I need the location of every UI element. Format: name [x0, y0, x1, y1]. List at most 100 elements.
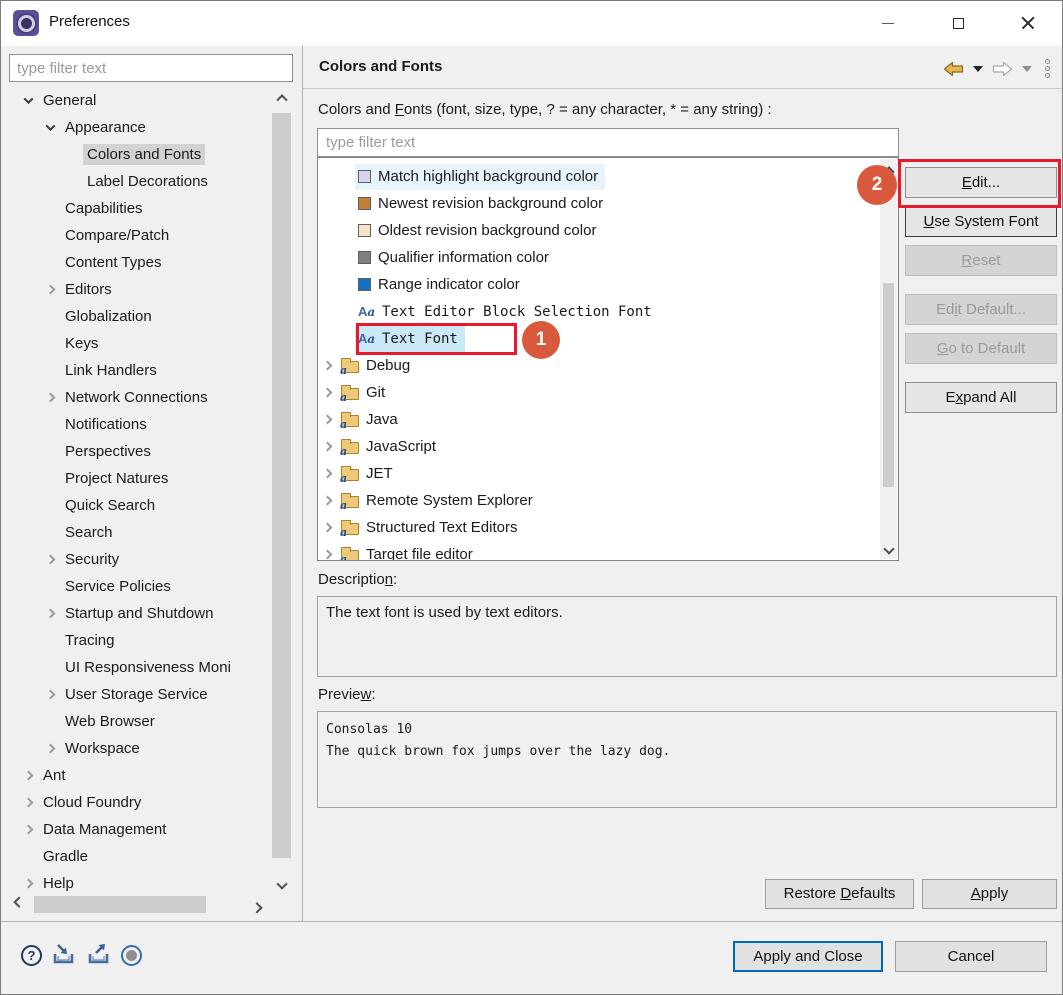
apply-button[interactable]: Apply [922, 879, 1057, 909]
forward-arrow-icon[interactable] [992, 61, 1013, 77]
list-item[interactable]: Structured Text Editors [318, 514, 898, 541]
reset-button: Reset [905, 245, 1057, 276]
expand-all-button[interactable]: Expand All [905, 382, 1057, 413]
scroll-down-icon[interactable] [269, 874, 294, 894]
restore-defaults-button[interactable]: Restore Defaults [765, 879, 914, 909]
tree-item[interactable]: Perspectives [9, 438, 269, 465]
edit-default-button: Edit Default... [905, 294, 1057, 325]
tree-item[interactable]: Startup and Shutdown [9, 600, 269, 627]
tree-item-label: Editors [61, 279, 116, 300]
maximize-button[interactable] [935, 5, 981, 41]
tree-item-label: Data Management [39, 819, 170, 840]
tree-item[interactable]: Data Management [9, 816, 269, 843]
tree-item[interactable]: Workspace [9, 735, 269, 762]
color-swatch-icon [358, 278, 371, 291]
tree-item-label: Help [39, 873, 78, 894]
tree-item[interactable]: Keys [9, 330, 269, 357]
help-icon[interactable] [21, 945, 42, 966]
use-system-font-button[interactable]: Use System Font [905, 206, 1057, 237]
tree-vertical-scrollbar[interactable] [269, 87, 294, 894]
tree-item[interactable]: Security [9, 546, 269, 573]
tree-filter-input[interactable] [9, 54, 293, 82]
back-history-menu-icon[interactable] [973, 66, 983, 72]
import-preferences-icon[interactable] [51, 943, 77, 967]
scroll-right-icon[interactable] [247, 894, 267, 915]
tree-item[interactable]: UI Responsiveness Moni [9, 654, 269, 681]
tree-item[interactable]: Label Decorations [9, 168, 269, 195]
tree-item[interactable]: Tracing [9, 627, 269, 654]
color-swatch-icon [358, 197, 371, 210]
list-item[interactable]: Debug [318, 352, 898, 379]
tree-item[interactable]: Notifications [9, 411, 269, 438]
tree-scrollbar-thumb[interactable] [272, 113, 291, 858]
eclipse-app-icon [13, 10, 39, 36]
tree-item[interactable]: Globalization [9, 303, 269, 330]
tree-item[interactable]: Project Natures [9, 465, 269, 492]
list-item[interactable]: Match highlight background color [318, 163, 898, 190]
list-item[interactable]: Oldest revision background color [318, 217, 898, 244]
header-toolbar [943, 59, 1050, 78]
scroll-left-icon[interactable] [9, 894, 29, 915]
tree-hscrollbar-thumb[interactable] [34, 896, 206, 913]
tree-item[interactable]: Quick Search [9, 492, 269, 519]
tree-item[interactable]: Web Browser [9, 708, 269, 735]
close-button[interactable] [1005, 5, 1051, 41]
list-item[interactable]: Range indicator color [318, 271, 898, 298]
list-item[interactable]: Target file editor [318, 541, 898, 561]
tree-item-label: Colors and Fonts [83, 144, 205, 165]
tree-item[interactable]: Network Connections [9, 384, 269, 411]
list-item-label: Range indicator color [378, 276, 520, 293]
tree-item[interactable]: General [9, 87, 269, 114]
export-preferences-icon[interactable] [86, 943, 112, 967]
color-swatch-icon [358, 224, 371, 237]
list-item[interactable]: JavaScript [318, 433, 898, 460]
preview-sample-text: The quick brown fox jumps over the lazy … [326, 741, 1048, 763]
tree-item-label: Project Natures [61, 468, 172, 489]
tree-item-label: Ant [39, 765, 70, 786]
list-item[interactable]: Remote System Explorer [318, 487, 898, 514]
tree-item[interactable]: Content Types [9, 249, 269, 276]
tree-item[interactable]: User Storage Service [9, 681, 269, 708]
go-to-default-button: Go to Default [905, 333, 1057, 364]
cancel-button[interactable]: Cancel [895, 941, 1047, 972]
list-item[interactable]: JET [318, 460, 898, 487]
list-item[interactable]: Aa Text Editor Block Selection Font [318, 298, 898, 325]
list-scroll-down-icon[interactable] [880, 539, 897, 559]
colors-fonts-filter-input[interactable] [317, 128, 899, 157]
list-item[interactable]: Newest revision background color [318, 190, 898, 217]
list-item[interactable]: Qualifier information color [318, 244, 898, 271]
list-item[interactable]: Git [318, 379, 898, 406]
list-item-label: Text Editor Block Selection Font [382, 304, 652, 320]
minimize-button[interactable] [865, 5, 911, 41]
record-preferences-icon[interactable] [121, 945, 142, 966]
tree-item[interactable]: Capabilities [9, 195, 269, 222]
tree-item[interactable]: Ant [9, 762, 269, 789]
window-title: Preferences [49, 13, 130, 30]
scroll-up-icon[interactable] [269, 87, 294, 107]
apply-and-close-button[interactable]: Apply and Close [733, 941, 883, 972]
list-vertical-scrollbar[interactable] [880, 159, 897, 559]
chevron-right-icon [323, 442, 333, 452]
tree-item-label: Web Browser [61, 711, 159, 732]
tree-item[interactable]: Link Handlers [9, 357, 269, 384]
list-item-label: Java [366, 411, 398, 428]
tree-item[interactable]: Appearance [9, 114, 269, 141]
tree-item-label: Compare/Patch [61, 225, 173, 246]
tree-horizontal-scrollbar[interactable] [9, 894, 294, 915]
tree-item[interactable]: Editors [9, 276, 269, 303]
tree-item[interactable]: Service Policies [9, 573, 269, 600]
tree-item[interactable]: Colors and Fonts [9, 141, 269, 168]
tree-item[interactable]: Gradle [9, 843, 269, 870]
view-menu-icon[interactable] [1041, 59, 1050, 78]
list-item[interactable]: Java [318, 406, 898, 433]
tree-item[interactable]: Help [9, 870, 269, 894]
list-scrollbar-thumb[interactable] [883, 283, 894, 487]
forward-history-menu-icon[interactable] [1022, 66, 1032, 72]
chevron-right-icon [323, 415, 333, 425]
back-arrow-icon[interactable] [943, 61, 964, 77]
minimize-icon [882, 23, 894, 24]
tree-item[interactable]: Search [9, 519, 269, 546]
tree-item[interactable]: Cloud Foundry [9, 789, 269, 816]
list-item-label: Structured Text Editors [366, 519, 517, 536]
tree-item[interactable]: Compare/Patch [9, 222, 269, 249]
